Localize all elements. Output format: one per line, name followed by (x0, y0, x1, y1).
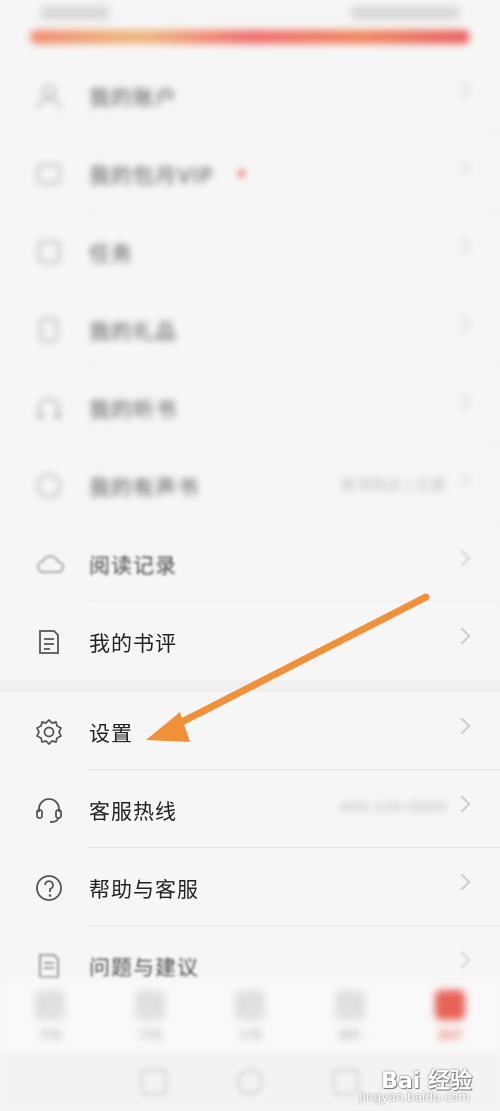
baidu-watermark-url: jingyan.baidu.com (359, 1090, 470, 1104)
nav-tab-bookshelf[interactable]: 书架 (0, 980, 100, 1052)
menu-item-settings[interactable]: 设置 (0, 692, 500, 770)
store-icon (135, 990, 165, 1020)
bookshelf-icon (35, 990, 65, 1020)
menu-item-value: 新书到达 | 已更 (341, 476, 446, 494)
chevron-right-icon (453, 717, 471, 735)
notification-dot (238, 170, 245, 177)
menu-item-label: 问题与建议 (89, 956, 199, 980)
chevron-right-icon (453, 393, 471, 411)
menu-item-my-reviews[interactable]: 我的书评 (0, 602, 500, 680)
menu-item-audiobooks[interactable]: 我的听书 (0, 368, 500, 446)
section-separator (0, 680, 500, 692)
chevron-right-icon (453, 81, 471, 99)
nav-tab-category[interactable]: 分类 (200, 980, 300, 1052)
chevron-right-icon (453, 951, 471, 969)
note-icon (33, 626, 65, 658)
cloud-icon (33, 548, 65, 580)
menu-item-label: 阅读记录 (89, 554, 177, 578)
nav-tab-label: 书城 (137, 1028, 162, 1042)
user-icon (33, 80, 65, 112)
gift-icon (33, 314, 65, 346)
vip-icon (33, 158, 65, 190)
chevron-right-icon (453, 873, 471, 891)
nav-tab-label: 书架 (37, 1028, 62, 1042)
nav-tab-label: 分类 (237, 1028, 262, 1042)
rewards-icon (335, 990, 365, 1020)
menu-item-audio-books[interactable]: 我的有声书 新书到达 | 已更 (0, 446, 500, 524)
status-time (40, 6, 110, 20)
menu-item-hotline[interactable]: 客服热线 400-100-0000 (0, 770, 500, 848)
nav-tab-mine[interactable]: 我的 (400, 980, 500, 1052)
menu-list: 我的账户 我的包月VIP 任务 我的礼品 我的听书 我的有声书 新书到达 | 已… (0, 56, 500, 1004)
menu-item-label: 我的书评 (89, 632, 177, 656)
recents-button[interactable] (333, 1068, 359, 1095)
nav-tab-label: 我的 (437, 1028, 462, 1042)
nav-tab-label: 福利 (337, 1028, 362, 1042)
category-icon (235, 990, 265, 1020)
chevron-right-icon (453, 795, 471, 813)
feedback-icon (33, 950, 65, 982)
circle-icon (33, 470, 65, 502)
hotline-number: 400-100-0000 (339, 798, 446, 816)
gear-icon (33, 716, 65, 748)
menu-item-label: 我的听书 (89, 398, 177, 422)
bottom-nav: 书架 书城 分类 福利 我的 (0, 980, 500, 1052)
help-icon (33, 872, 65, 904)
chevron-right-icon (453, 471, 471, 489)
headset-icon (33, 794, 65, 826)
menu-item-account[interactable]: 我的账户 (0, 56, 500, 134)
menu-item-task[interactable]: 任务 (0, 212, 500, 290)
nav-tab-rewards[interactable]: 福利 (300, 980, 400, 1052)
header-banner (30, 30, 470, 44)
menu-item-label: 我的礼品 (89, 320, 177, 344)
chevron-right-icon (453, 159, 471, 177)
nav-tab-store[interactable]: 书城 (100, 980, 200, 1052)
menu-item-gift[interactable]: 我的礼品 (0, 290, 500, 368)
headphones-icon (33, 392, 65, 424)
menu-item-label: 客服热线 (89, 800, 177, 824)
chevron-right-icon (453, 549, 471, 567)
home-button[interactable] (237, 1068, 263, 1095)
menu-item-reading-history[interactable]: 阅读记录 (0, 524, 500, 602)
task-icon (33, 236, 65, 268)
status-icons (350, 6, 460, 20)
back-button[interactable] (141, 1068, 167, 1095)
profile-icon (435, 990, 465, 1020)
chevron-right-icon (453, 315, 471, 333)
status-bar (0, 0, 500, 30)
menu-item-label: 我的账户 (89, 86, 177, 110)
menu-item-label: 我的有声书 (89, 476, 199, 500)
menu-item-label: 帮助与客服 (89, 878, 199, 902)
chevron-right-icon (453, 627, 471, 645)
menu-item-label: 设置 (89, 722, 133, 746)
menu-item-help[interactable]: 帮助与客服 (0, 848, 500, 926)
menu-item-vip[interactable]: 我的包月VIP (0, 134, 500, 212)
chevron-right-icon (453, 237, 471, 255)
menu-item-label: 任务 (89, 242, 133, 266)
menu-item-label: 我的包月VIP (89, 164, 214, 188)
